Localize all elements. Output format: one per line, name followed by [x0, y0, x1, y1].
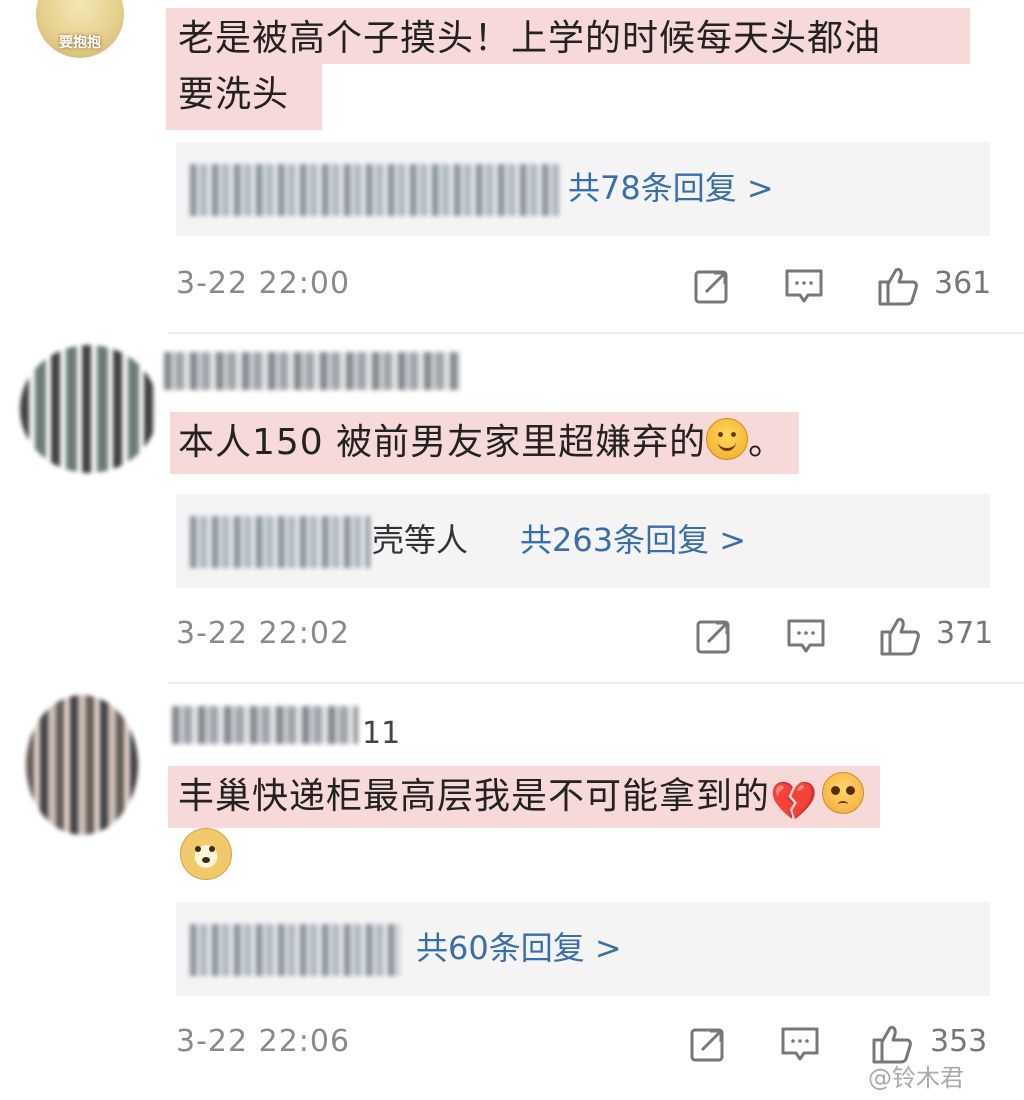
- reply-count-link[interactable]: 共263条回复 >: [520, 518, 746, 562]
- divider: [168, 682, 1024, 684]
- slightly-smiling-face-icon: [706, 418, 749, 460]
- share-icon[interactable]: [686, 1022, 730, 1066]
- pleading-face-icon: [822, 772, 865, 814]
- replies-preview[interactable]: 壳等人 共263条回复 >: [176, 494, 990, 588]
- reply-usernames-blurred: [190, 516, 370, 568]
- comment-text-body: 丰巢快递柜最高层我是不可能拿到的: [178, 776, 771, 817]
- timestamp: 3-22 22:06: [176, 1024, 351, 1059]
- reply-others-label: 壳等人: [372, 521, 469, 559]
- reply-usernames-blurred: [190, 924, 400, 976]
- thumbs-up-icon[interactable]: [876, 264, 920, 308]
- comment-text-line2: 要洗头: [178, 74, 290, 115]
- username-suffix[interactable]: 11: [362, 716, 400, 751]
- comment-text-line1: 老是被高个子摸头！上学的时候每天头都油: [178, 18, 882, 59]
- replies-preview[interactable]: 共78条回复 >: [176, 142, 990, 236]
- comment-text-body: 本人150 被前男友家里超嫌弃的: [178, 422, 707, 463]
- comment-meta: 3-22 22:00 361: [0, 256, 1024, 316]
- broken-heart-icon: 💔: [770, 779, 819, 823]
- avatar[interactable]: [20, 345, 158, 473]
- doge-icon: [180, 828, 232, 880]
- reply-usernames-blurred: [190, 164, 560, 216]
- reply-count-link[interactable]: 共60条回复 >: [416, 926, 622, 970]
- divider: [168, 332, 1024, 334]
- avatar[interactable]: [26, 695, 138, 835]
- comment-icon[interactable]: [784, 614, 828, 658]
- comment-text: 本人150 被前男友家里超嫌弃的。: [170, 412, 800, 474]
- reply-count-link[interactable]: 共78条回复 >: [568, 166, 774, 210]
- comment-icon[interactable]: [782, 264, 826, 308]
- replies-preview[interactable]: 共60条回复 >: [176, 902, 990, 996]
- share-icon[interactable]: [692, 614, 736, 658]
- comment-text-continued: 要洗头: [166, 64, 322, 130]
- avatar[interactable]: 要抱抱: [36, 0, 124, 58]
- avatar-badge: 要抱抱: [59, 35, 101, 51]
- comment-meta: 3-22 22:02 371: [0, 606, 1024, 666]
- comment-icon[interactable]: [778, 1022, 822, 1066]
- username-blurred[interactable]: [164, 352, 460, 390]
- timestamp: 3-22 22:00: [176, 266, 351, 301]
- comment-text-end: 。: [748, 422, 786, 463]
- username-blurred[interactable]: [172, 706, 358, 744]
- comment-text: 老是被高个子摸头！上学的时候每天头都油: [166, 8, 970, 64]
- comment-text: 丰巢快递柜最高层我是不可能拿到的💔: [168, 766, 881, 828]
- thumbs-up-icon[interactable]: [878, 614, 922, 658]
- like-count: 353: [930, 1024, 988, 1059]
- timestamp: 3-22 22:02: [176, 616, 351, 651]
- like-count: 361: [934, 266, 992, 301]
- like-count: 371: [936, 616, 994, 651]
- share-icon[interactable]: [690, 264, 734, 308]
- watermark: @铃木君: [868, 1064, 964, 1092]
